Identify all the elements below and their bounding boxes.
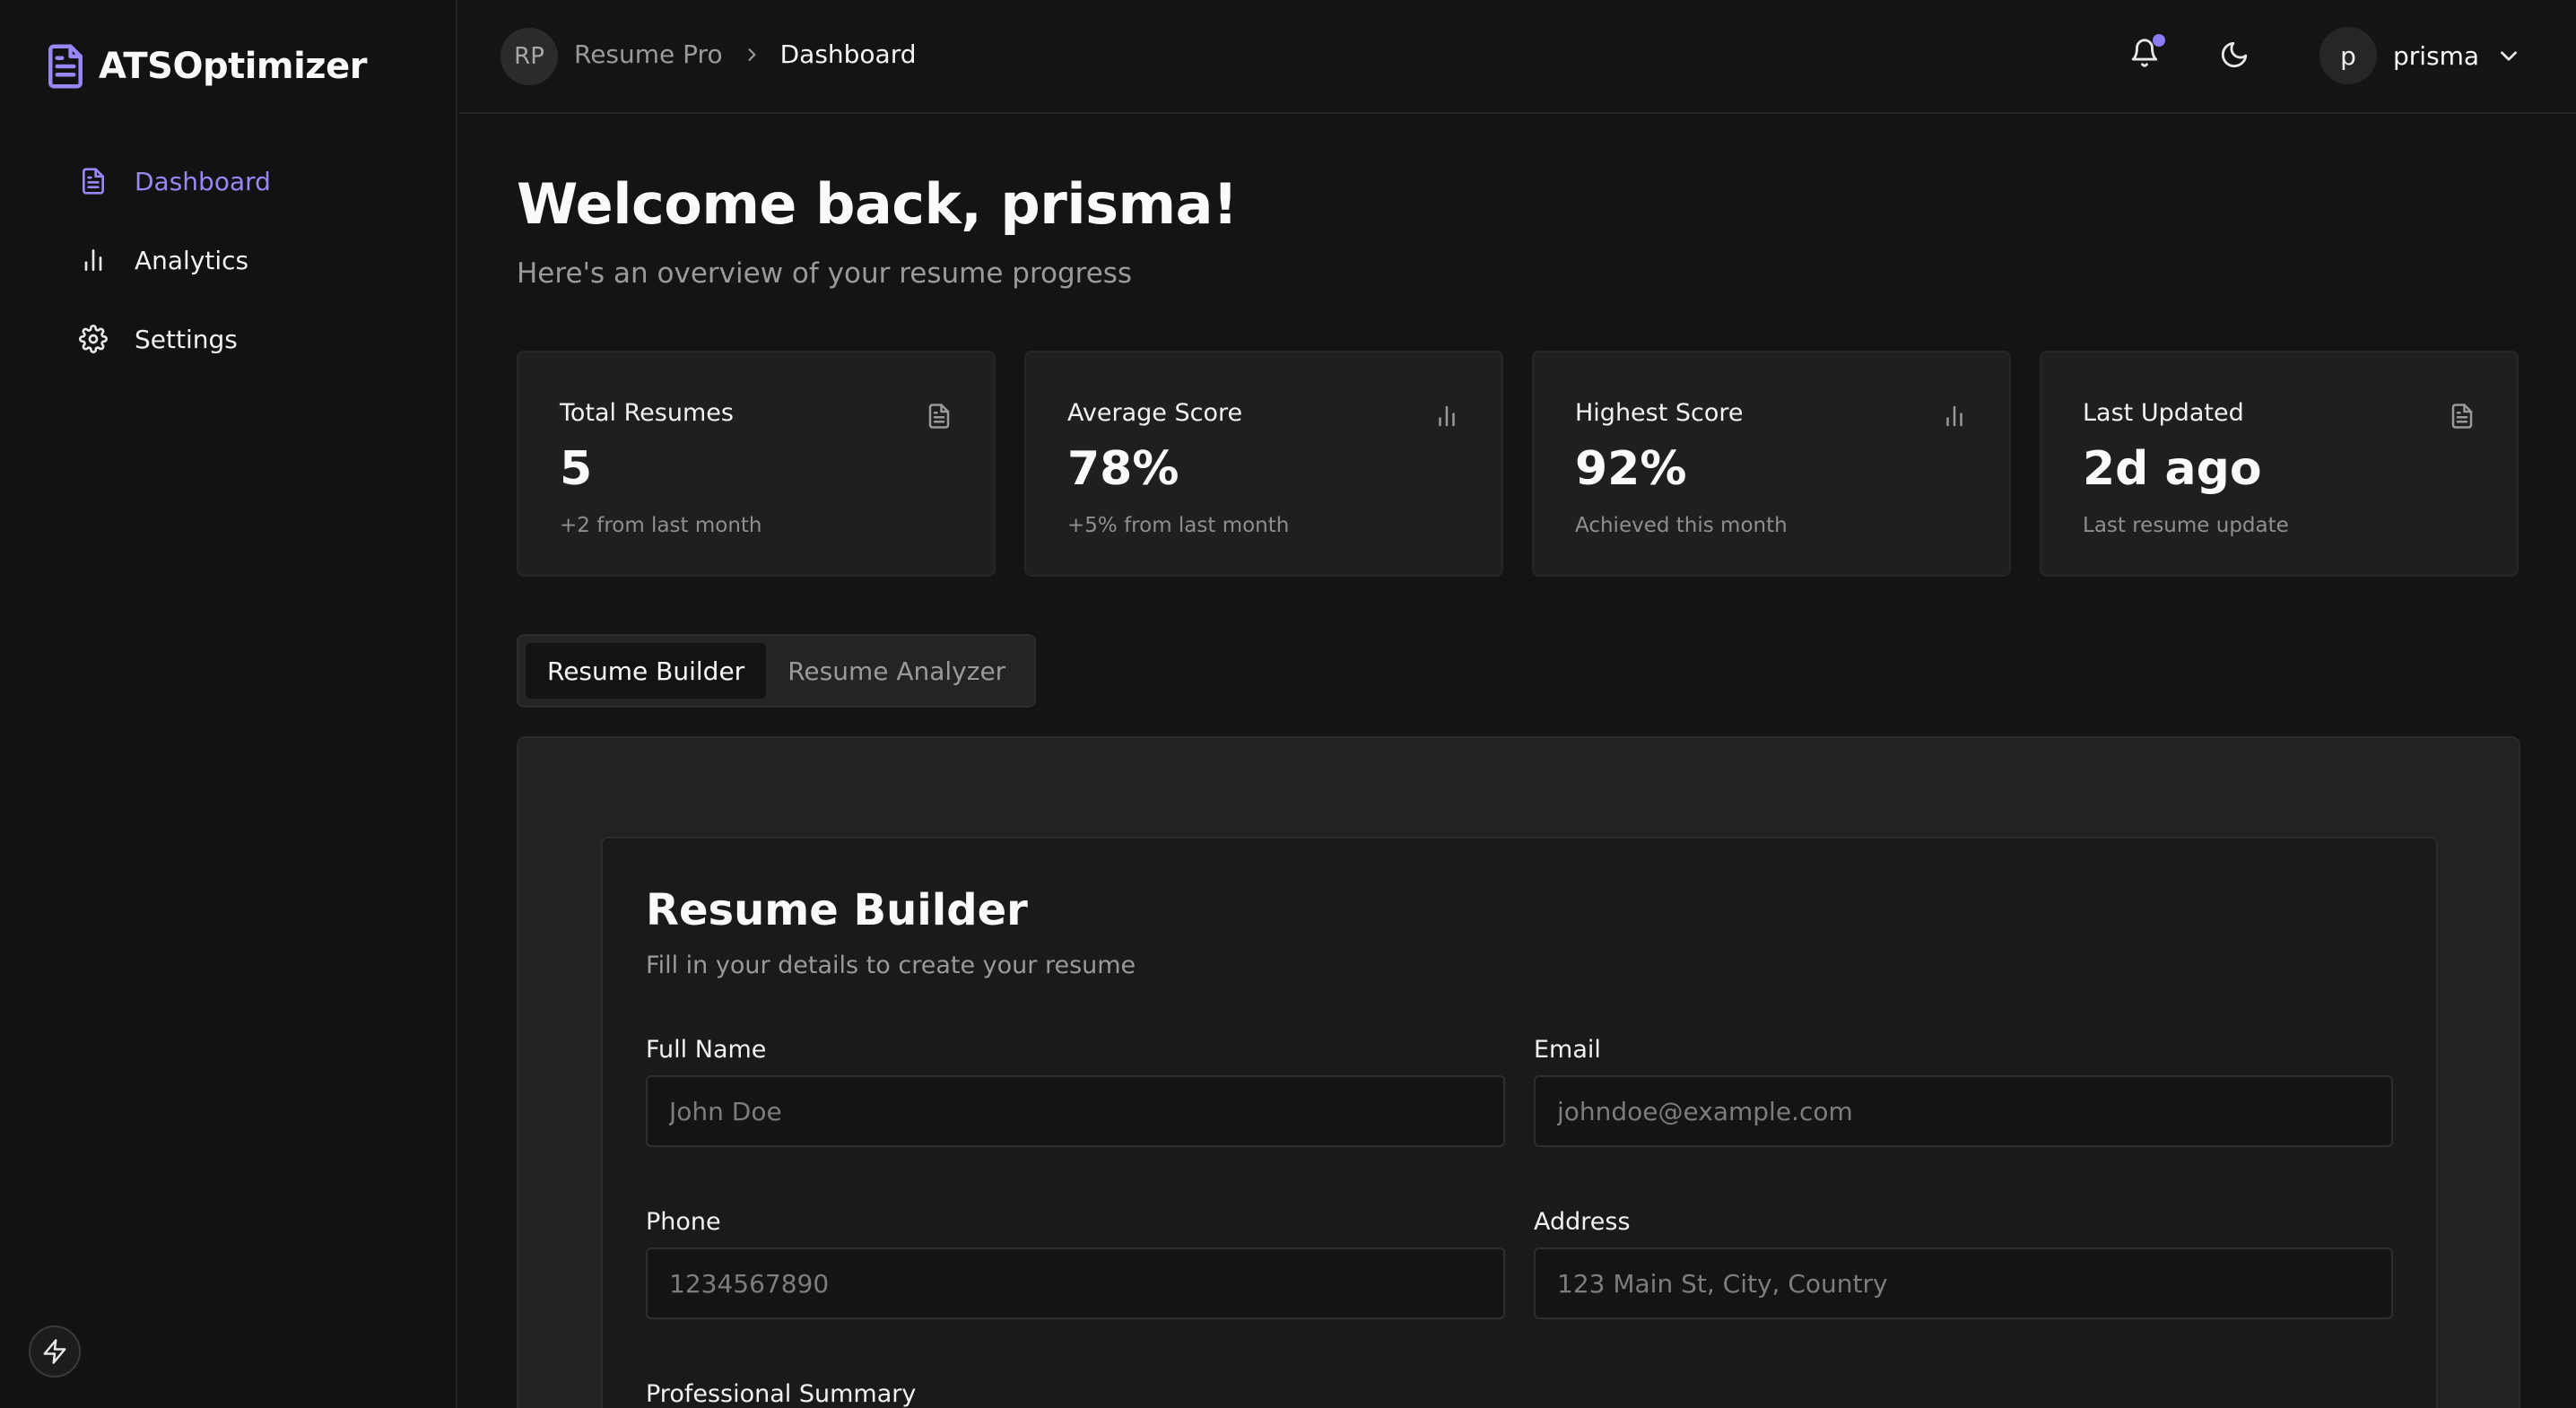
gear-icon — [79, 325, 108, 353]
moon-icon — [2219, 39, 2250, 70]
professional-summary-label: Professional Summary — [646, 1380, 917, 1408]
stat-card-total-resumes: Total Resumes 5 +2 from last month — [517, 351, 996, 577]
field-label: Email — [1534, 1036, 1601, 1064]
breadcrumb-root-link[interactable]: Resume Pro — [574, 39, 723, 69]
sidebar: ATSOptimizer Dashboard Analytics Setting… — [0, 0, 457, 1408]
stat-subtext: +5% from last month — [1067, 514, 1290, 537]
sidebar-item-label: Settings — [135, 324, 238, 354]
stat-label: Highest Score — [1575, 399, 1744, 427]
top-bar: RP Resume Pro Dashboard p prisma — [459, 0, 2576, 114]
app-name: ATSOptimizer — [99, 46, 367, 87]
stat-card-highest-score: Highest Score 92% Achieved this month — [1532, 351, 2011, 577]
quick-action-button[interactable] — [29, 1325, 81, 1378]
user-name: prisma — [2393, 40, 2480, 71]
stat-value: 2d ago — [2083, 442, 2262, 496]
bar-chart-icon — [79, 246, 108, 274]
stat-value: 78% — [1067, 442, 1179, 496]
full-name-input[interactable] — [646, 1075, 1505, 1147]
bar-chart-icon — [1433, 403, 1460, 430]
stat-subtext: Last resume update — [2083, 514, 2289, 537]
resume-builder-card: Resume Builder Fill in your details to c… — [601, 837, 2438, 1408]
field-label: Phone — [646, 1208, 721, 1236]
phone-field: Phone — [646, 1208, 1505, 1319]
page-title: Welcome back, prisma! — [517, 171, 1238, 237]
phone-input[interactable] — [646, 1247, 1505, 1319]
file-text-icon — [2449, 403, 2476, 430]
stat-card-last-updated: Last Updated 2d ago Last resume update — [2040, 351, 2519, 577]
email-field: Email — [1534, 1036, 2393, 1147]
address-field: Address — [1534, 1208, 2393, 1319]
sidebar-item-analytics[interactable]: Analytics — [79, 240, 271, 280]
card-title: Resume Builder — [646, 885, 1028, 935]
file-text-icon — [926, 403, 953, 430]
theme-toggle-button[interactable] — [2219, 39, 2250, 70]
app-root: ATSOptimizer Dashboard Analytics Setting… — [0, 0, 2576, 1408]
file-text-icon — [45, 43, 86, 90]
email-input[interactable] — [1534, 1075, 2393, 1147]
stat-label: Total Resumes — [560, 399, 734, 427]
tab-panel: Resume Builder Fill in your details to c… — [517, 736, 2520, 1408]
stat-subtext: +2 from last month — [560, 514, 762, 537]
notification-dot — [2153, 34, 2165, 47]
chevron-down-icon — [2497, 44, 2520, 67]
notifications-button[interactable] — [2129, 34, 2165, 74]
brand[interactable]: ATSOptimizer — [45, 43, 367, 90]
stat-subtext: Achieved this month — [1575, 514, 1788, 537]
tab-resume-builder[interactable]: Resume Builder — [526, 643, 767, 699]
file-text-icon — [79, 167, 108, 196]
sidebar-item-dashboard[interactable]: Dashboard — [79, 161, 271, 201]
bar-chart-icon — [1941, 403, 1968, 430]
field-label: Full Name — [646, 1036, 767, 1064]
avatar: p — [2319, 27, 2377, 84]
breadcrumb-current: Dashboard — [779, 39, 917, 69]
stat-value: 92% — [1575, 442, 1687, 496]
stat-card-average-score: Average Score 78% +5% from last month — [1024, 351, 1503, 577]
sidebar-item-settings[interactable]: Settings — [79, 319, 271, 359]
full-name-field: Full Name — [646, 1036, 1505, 1147]
sidebar-item-label: Analytics — [135, 245, 249, 275]
breadcrumb: Resume Pro Dashboard — [574, 39, 917, 69]
sidebar-nav: Dashboard Analytics Settings — [79, 161, 271, 398]
page-subtitle: Here's an overview of your resume progre… — [517, 257, 1133, 290]
card-description: Fill in your details to create your resu… — [646, 952, 1136, 979]
address-input[interactable] — [1534, 1247, 2393, 1319]
stats-row: Total Resumes 5 +2 from last month Avera… — [517, 351, 2520, 577]
stat-value: 5 — [560, 442, 593, 496]
stat-label: Last Updated — [2083, 399, 2244, 427]
field-label: Address — [1534, 1208, 1631, 1236]
chevron-right-icon — [743, 46, 761, 64]
bolt-icon — [41, 1338, 68, 1365]
tab-resume-analyzer[interactable]: Resume Analyzer — [766, 643, 1027, 699]
breadcrumb-avatar: RP — [500, 28, 558, 85]
tab-list: Resume Builder Resume Analyzer — [517, 634, 1037, 708]
user-menu-button[interactable]: p prisma — [2319, 27, 2520, 84]
stat-label: Average Score — [1067, 399, 1243, 427]
sidebar-item-label: Dashboard — [135, 166, 271, 196]
